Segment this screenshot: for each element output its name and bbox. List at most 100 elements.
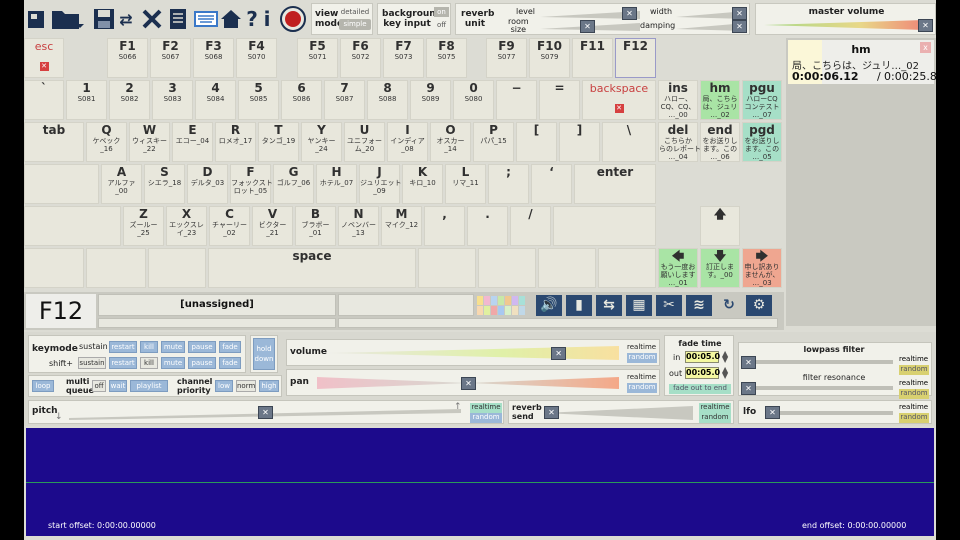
lfo-random[interactable]: random [899, 413, 929, 423]
reverb-send-realtime[interactable]: realtime [699, 403, 731, 413]
key-2[interactable]: 2 S082 [109, 80, 150, 120]
key-end[interactable]: end をお送りし ます。この …_06 [700, 122, 740, 162]
fade-out-stepper[interactable]: ▲ ▼ [722, 366, 728, 380]
fade-in-input[interactable]: 00:05.0 [685, 351, 720, 363]
palette-swatch[interactable] [498, 296, 504, 305]
key-l[interactable]: L リマ_11 [445, 164, 486, 204]
key-period[interactable]: . [467, 206, 508, 246]
lfo-realtime[interactable]: realtime [899, 403, 928, 411]
remove-key-icon[interactable]: ✕ [39, 62, 49, 71]
palette-swatch[interactable] [484, 306, 490, 315]
key-rshift[interactable] [553, 206, 656, 246]
swap-icon[interactable]: ⇆ [596, 295, 622, 316]
priority-low[interactable]: low [215, 380, 233, 392]
key-f6[interactable]: F6 S072 [340, 38, 381, 78]
key-rctrl[interactable] [538, 248, 596, 288]
key-pgu[interactable]: pgu ハローCQ コンテスト …_07 [742, 80, 782, 120]
key-backslash[interactable]: \ [602, 122, 656, 162]
file-icon[interactable]: ▮ [566, 295, 592, 316]
key-f5[interactable]: F5 S071 [297, 38, 338, 78]
key-f10[interactable]: F10 S079 [529, 38, 570, 78]
cut-icon[interactable]: ✂ [656, 295, 682, 316]
key-right[interactable]: 🡆 申し訳あり ませんが、 …_03 [742, 248, 782, 288]
key-d[interactable]: D デルタ_03 [187, 164, 228, 204]
key-1[interactable]: 1 S081 [66, 80, 107, 120]
lowpass-realtime[interactable]: realtime [899, 355, 928, 363]
shift-fade-option[interactable]: fade [219, 357, 241, 369]
key-n[interactable]: N ノベンバー _13 [338, 206, 379, 246]
key-lbracket[interactable]: [ [516, 122, 557, 162]
volume-random[interactable]: random [627, 353, 657, 363]
key-ins[interactable]: ins ハロー、 CQ、CQ、 …_00 [658, 80, 698, 120]
key-lshift[interactable] [24, 206, 121, 246]
pan-random[interactable]: random [627, 383, 657, 393]
palette-swatch[interactable] [512, 306, 518, 315]
key-y[interactable]: Y ヤンキー _24 [301, 122, 342, 162]
key-h[interactable]: H ホテル_07 [316, 164, 357, 204]
settings-icon[interactable]: ⚙ [746, 295, 772, 316]
key-j[interactable]: J ジュリエット _09 [359, 164, 402, 204]
palette-swatch[interactable] [505, 296, 511, 305]
palette-swatch[interactable] [484, 296, 490, 305]
resonance-realtime[interactable]: realtime [899, 379, 928, 387]
palette-swatch[interactable] [477, 306, 483, 315]
resonance-knob[interactable]: ✕ [741, 382, 756, 395]
key-7[interactable]: 7 S087 [324, 80, 365, 120]
priority-high[interactable]: high [259, 380, 279, 392]
palette-swatch[interactable] [491, 296, 497, 305]
pitch-random[interactable]: random [470, 413, 502, 423]
key-8[interactable]: 8 S088 [367, 80, 408, 120]
key-f2[interactable]: F2 S067 [150, 38, 191, 78]
key-hm[interactable]: hm 局、こちら は、ジュリ …_02 [700, 80, 740, 120]
key-space[interactable]: space [208, 248, 416, 288]
key-f3[interactable]: F3 S068 [193, 38, 234, 78]
key-5[interactable]: 5 S085 [238, 80, 279, 120]
shift-pause-option[interactable]: pause [188, 357, 216, 369]
key-backquote[interactable]: ` [24, 80, 64, 120]
multi-queue-wait[interactable]: wait [109, 380, 127, 392]
lowpass-random[interactable]: random [899, 365, 929, 375]
key-b[interactable]: B ブラボー _01 [295, 206, 336, 246]
key-9[interactable]: 9 S089 [410, 80, 451, 120]
key-f8[interactable]: F8 S075 [426, 38, 467, 78]
speaker-icon[interactable]: 🔊 [536, 295, 562, 316]
shift-kill-option[interactable]: kill [140, 357, 158, 369]
key-enter[interactable]: enter [574, 164, 656, 204]
fade-out-input[interactable]: 00:05.0 [685, 367, 720, 379]
key-left[interactable]: 🡄 もう一度お 願いします …_01 [658, 248, 698, 288]
remove-key-icon[interactable]: ✕ [614, 104, 624, 113]
key-0[interactable]: 0 S080 [453, 80, 494, 120]
key-tab[interactable]: tab [24, 122, 84, 162]
kill-option[interactable]: kill [140, 341, 158, 353]
key-r[interactable]: R ロメオ_17 [215, 122, 256, 162]
pitch-realtime[interactable]: realtime [470, 403, 502, 413]
reload-icon[interactable]: ↻ [716, 295, 742, 316]
key-del[interactable]: del こちらか らのレポート …_04 [658, 122, 701, 162]
key-pgd[interactable]: pgd をお送りし ます。この …_05 [742, 122, 782, 162]
lowpass-knob[interactable]: ✕ [741, 356, 756, 369]
fade-out-to-end-button[interactable]: fade out to end [669, 384, 731, 394]
fade-in-stepper[interactable]: ▲ ▼ [722, 350, 728, 364]
waveform-icon[interactable]: ≋ [686, 295, 712, 316]
fade-option[interactable]: fade [219, 341, 241, 353]
key-capslock[interactable] [24, 164, 99, 204]
loop-button[interactable]: loop [32, 380, 54, 392]
palette-swatch[interactable] [519, 306, 525, 315]
key-esc[interactable]: esc ✕ [24, 38, 64, 78]
key-g[interactable]: G ゴルフ_06 [273, 164, 314, 204]
pause-option[interactable]: pause [188, 341, 216, 353]
resonance-random[interactable]: random [899, 389, 929, 399]
key-a[interactable]: A アルファ _00 [101, 164, 142, 204]
key-v[interactable]: V ビクター _21 [252, 206, 293, 246]
volume-knob[interactable]: ✕ [551, 347, 567, 360]
shift-sustain-option[interactable]: sustain [78, 357, 106, 369]
key-f11[interactable]: F11 [572, 38, 613, 78]
reverb-send-knob[interactable]: ✕ [544, 406, 559, 419]
hold-down-button[interactable]: hold down [253, 338, 275, 370]
key-o[interactable]: O オスカー _14 [430, 122, 471, 162]
key-rbracket[interactable]: ] [559, 122, 600, 162]
close-now-playing-button[interactable]: x [920, 42, 931, 53]
palette-swatch[interactable] [491, 306, 497, 315]
key-c[interactable]: C チャーリー _02 [209, 206, 250, 246]
palette-swatch[interactable] [519, 296, 525, 305]
